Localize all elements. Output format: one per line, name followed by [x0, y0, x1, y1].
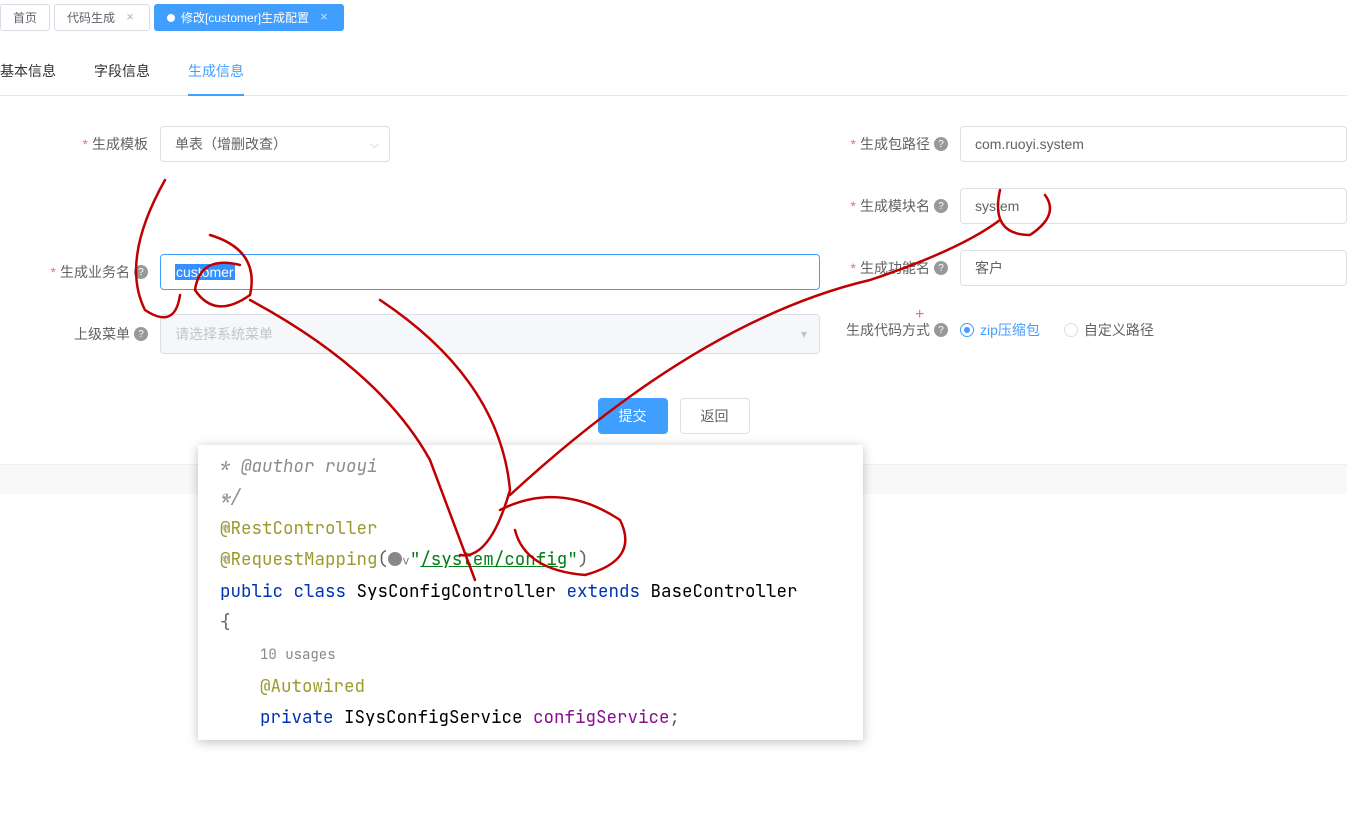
- close-icon[interactable]: ×: [123, 11, 137, 25]
- tab-edit-label: 修改[customer]生成配置: [181, 9, 309, 26]
- module-input[interactable]: [960, 188, 1347, 224]
- code-mapping-path: /system/config: [420, 548, 567, 571]
- code-author: * @author ruoyi: [220, 455, 378, 478]
- code-baseclass: BaseController: [651, 580, 798, 603]
- code-classname: SysConfigController: [357, 580, 557, 603]
- form-area: * 生成模板 单表（增删改查） ⌵ * 生成业务名 ? customer 上级菜…: [0, 96, 1347, 376]
- code-restcontroller: @RestController: [220, 517, 378, 540]
- radio-path-label: 自定义路径: [1084, 320, 1154, 340]
- fold-icon: ⊖: [222, 544, 229, 575]
- required-star-icon: *: [851, 136, 856, 152]
- package-input[interactable]: [960, 126, 1347, 162]
- package-label: * 生成包路径 ?: [830, 134, 960, 154]
- back-button[interactable]: 返回: [680, 398, 750, 434]
- fold-icon: ⊖: [222, 482, 229, 513]
- tab-edit-customer[interactable]: 修改[customer]生成配置 ×: [154, 4, 344, 31]
- subtab-fields[interactable]: 字段信息: [94, 61, 150, 95]
- code-method-radio-group: zip压缩包 自定义路径: [960, 320, 1154, 340]
- tab-home-label: 首页: [13, 9, 37, 26]
- required-star-icon: *: [851, 198, 856, 214]
- chevron-down-icon: ⌵: [370, 137, 379, 152]
- radio-zip-label: zip压缩包: [980, 320, 1040, 340]
- parent-menu-placeholder: 请选择系统菜单: [175, 324, 273, 344]
- help-icon[interactable]: ?: [934, 261, 948, 275]
- tab-home[interactable]: 首页: [0, 4, 50, 31]
- code-public: public: [220, 580, 283, 603]
- function-input[interactable]: [960, 250, 1347, 286]
- radio-path[interactable]: 自定义路径: [1064, 320, 1154, 340]
- code-brace: {: [220, 611, 231, 634]
- template-label-text: 生成模板: [92, 134, 148, 154]
- subtabs: 基本信息 字段信息 生成信息: [0, 61, 1347, 96]
- code-method-label: 生成代码方式 ?: [830, 320, 960, 340]
- radio-unchecked-icon: [1064, 323, 1078, 337]
- code-extends: extends: [567, 580, 641, 603]
- required-star-icon: *: [51, 264, 56, 280]
- plus-icon: +: [915, 306, 924, 323]
- template-value: 单表（增删改查）: [175, 134, 287, 154]
- tab-codegen-label: 代码生成: [67, 9, 115, 26]
- fold-icon: ⊖: [222, 513, 229, 544]
- code-semi: ;: [670, 706, 681, 729]
- code-usages: 10 usages: [260, 646, 336, 664]
- code-service-type: ISysConfigService: [344, 706, 523, 729]
- code-snippet-panel: * @author ruoyi ⊖ */ ⊖@RestController ⊖ …: [198, 445, 863, 740]
- parent-menu-label-text: 上级菜单: [74, 324, 130, 344]
- code-class-kw: class: [294, 580, 347, 603]
- business-input[interactable]: customer: [160, 254, 820, 290]
- help-icon[interactable]: ?: [134, 327, 148, 341]
- code-requestmapping: @RequestMapping: [220, 548, 378, 571]
- radio-zip[interactable]: zip压缩包: [960, 320, 1040, 340]
- required-star-icon: *: [83, 136, 88, 152]
- module-label: * 生成模块名 ?: [830, 196, 960, 216]
- help-icon[interactable]: ?: [934, 199, 948, 213]
- function-label: * 生成功能名 ?: [830, 258, 960, 278]
- button-row: 提交 返回: [0, 398, 1347, 434]
- business-label-text: 生成业务名: [60, 262, 130, 282]
- code-method-label-text: 生成代码方式: [846, 320, 930, 340]
- help-icon[interactable]: ?: [934, 137, 948, 151]
- caret-down-icon: ▾: [801, 327, 807, 341]
- subtab-basic[interactable]: 基本信息: [0, 61, 56, 95]
- template-select[interactable]: 单表（增删改查） ⌵: [160, 126, 390, 162]
- active-dot-icon: [167, 14, 175, 22]
- tab-codegen[interactable]: 代码生成 ×: [54, 4, 150, 31]
- business-value: customer: [175, 264, 235, 280]
- code-private: private: [260, 706, 334, 729]
- submit-button[interactable]: 提交: [598, 398, 668, 434]
- close-icon[interactable]: ×: [317, 11, 331, 25]
- module-label-text: 生成模块名: [860, 196, 930, 216]
- subtab-gen[interactable]: 生成信息: [188, 61, 244, 95]
- template-label: * 生成模板: [0, 134, 160, 154]
- package-label-text: 生成包路径: [860, 134, 930, 154]
- tabs-bar: 首页 代码生成 × 修改[customer]生成配置 ×: [0, 0, 1347, 31]
- parent-menu-select[interactable]: 请选择系统菜单 ▾: [160, 314, 820, 354]
- help-icon[interactable]: ?: [134, 265, 148, 279]
- business-label: * 生成业务名 ?: [0, 262, 160, 282]
- globe-icon: [388, 552, 402, 566]
- function-label-text: 生成功能名: [860, 258, 930, 278]
- radio-checked-icon: [960, 323, 974, 337]
- code-service-field: configService: [533, 706, 670, 729]
- required-star-icon: *: [851, 260, 856, 276]
- help-icon[interactable]: ?: [934, 323, 948, 337]
- code-autowired: @Autowired: [260, 675, 365, 698]
- parent-menu-label: 上级菜单 ?: [0, 324, 160, 344]
